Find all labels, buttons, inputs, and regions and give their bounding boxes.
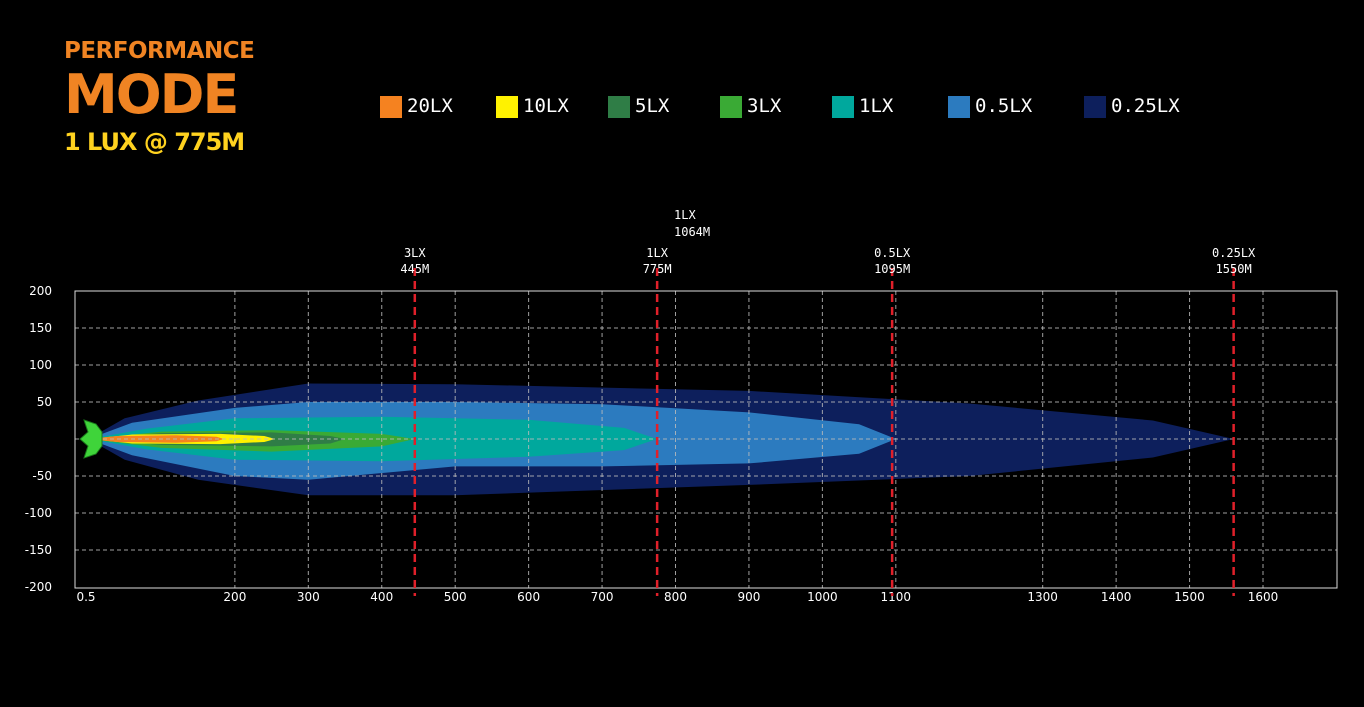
x-tick-label: 0.5 bbox=[76, 590, 95, 604]
x-tick-label: 600 bbox=[517, 590, 540, 604]
x-tick-label: 1400 bbox=[1101, 590, 1132, 604]
x-tick-label: 300 bbox=[297, 590, 320, 604]
x-tick-label: 1000 bbox=[807, 590, 838, 604]
x-tick-label: 1600 bbox=[1248, 590, 1279, 604]
y-tick-label: 100 bbox=[29, 358, 52, 372]
marker-distance: 775M bbox=[643, 262, 672, 276]
annotation-distance: 1064M bbox=[674, 225, 710, 239]
light-source-icon bbox=[79, 419, 103, 459]
marker-label: 3LX bbox=[404, 246, 426, 260]
marker-label: 0.25LX bbox=[1212, 246, 1256, 260]
x-tick-label: 200 bbox=[223, 590, 246, 604]
marker-label: 1LX bbox=[646, 246, 668, 260]
y-tick-label: 200 bbox=[29, 284, 52, 298]
x-tick-label: 700 bbox=[591, 590, 614, 604]
y-tick-label: -50 bbox=[32, 469, 52, 483]
x-tick-label: 900 bbox=[737, 590, 760, 604]
marker-label: 0.5LX bbox=[874, 246, 911, 260]
marker-distance: 1550M bbox=[1216, 262, 1252, 276]
y-tick-label: -100 bbox=[25, 506, 52, 520]
beam-chart: 0.5 200 300 400 500 600 700 800 900 1000 1100 1300 1… bbox=[25, 208, 1338, 604]
x-tick-label: 500 bbox=[444, 590, 467, 604]
marker-distance: 445M bbox=[400, 262, 429, 276]
x-tick-label: 800 bbox=[664, 590, 687, 604]
x-tick-label: 1300 bbox=[1027, 590, 1058, 604]
marker-distance: 1095M bbox=[874, 262, 910, 276]
y-tick-label: 50 bbox=[37, 395, 52, 409]
x-tick-label: 1100 bbox=[881, 590, 912, 604]
y-tick-label: -200 bbox=[25, 580, 52, 594]
x-tick-label: 1500 bbox=[1174, 590, 1205, 604]
x-tick-label: 400 bbox=[370, 590, 393, 604]
annotation-label: 1LX bbox=[674, 208, 696, 222]
y-tick-label: -150 bbox=[25, 543, 52, 557]
y-tick-label: 150 bbox=[29, 321, 52, 335]
